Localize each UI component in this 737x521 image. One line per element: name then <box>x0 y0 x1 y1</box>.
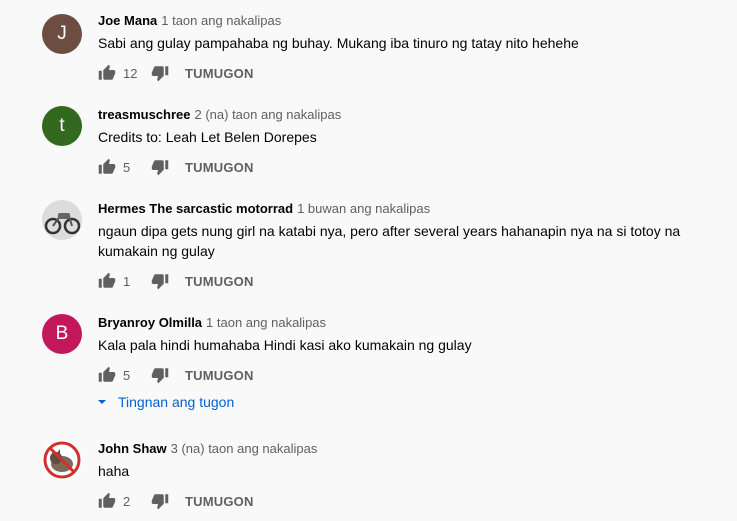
avatar-letter: t <box>59 115 65 136</box>
avatar[interactable]: B <box>42 314 82 354</box>
like-icon[interactable] <box>98 272 116 290</box>
comment-author[interactable]: Bryanroy Olmilla <box>98 315 202 330</box>
avatar-letter: B <box>55 323 69 344</box>
dislike-icon[interactable] <box>151 492 169 510</box>
chevron-down-icon <box>98 400 106 404</box>
comment-author[interactable]: Hermes The sarcastic motorrad <box>98 201 293 216</box>
view-replies-button[interactable]: Tingnan ang tugon <box>96 394 234 410</box>
like-icon[interactable] <box>98 64 116 82</box>
view-replies-label: Tingnan ang tugon <box>118 394 235 410</box>
dislike-icon[interactable] <box>151 64 169 82</box>
like-count: 2 <box>123 493 131 509</box>
comment-text: Sabi ang gulay pampahaba ng buhay. Mukan… <box>98 35 579 51</box>
motorcycle-avatar[interactable] <box>42 200 82 240</box>
reply-button[interactable]: TUMUGON <box>185 160 254 175</box>
comment-author[interactable]: treasmuschree <box>98 107 191 122</box>
comment-text: Kala pala hindi humahaba Hindi kasi ako … <box>98 337 472 353</box>
like-icon[interactable] <box>98 492 116 510</box>
avatar[interactable]: t <box>42 106 82 146</box>
like-icon[interactable] <box>98 158 116 176</box>
reply-button[interactable]: TUMUGON <box>185 66 254 81</box>
like-count: 5 <box>123 159 131 175</box>
comment-text: ngaun dipa gets nung girl na katabi nya,… <box>98 223 681 259</box>
comment-time[interactable]: 1 taon ang nakalipas <box>161 13 281 28</box>
like-count: 1 <box>123 273 131 289</box>
like-count: 12 <box>123 65 138 81</box>
comment-text: Credits to: Leah Let Belen Dorepes <box>98 129 317 145</box>
comment-time[interactable]: 3 (na) taon ang nakalipas <box>171 441 318 456</box>
reply-button[interactable]: TUMUGON <box>185 368 254 383</box>
avatar[interactable]: J <box>42 14 82 54</box>
comment-author[interactable]: John Shaw <box>98 441 167 456</box>
comment-time[interactable]: 1 buwan ang nakalipas <box>297 201 430 216</box>
avatar-letter: J <box>57 23 67 44</box>
comment-text: haha <box>98 463 130 479</box>
reply-button[interactable]: TUMUGON <box>185 274 254 289</box>
comment-author[interactable]: Joe Mana <box>98 13 157 28</box>
like-count: 5 <box>123 367 131 383</box>
like-icon[interactable] <box>98 366 116 384</box>
dislike-icon[interactable] <box>151 366 169 384</box>
comment-time[interactable]: 1 taon ang nakalipas <box>206 315 326 330</box>
dislike-icon[interactable] <box>151 272 169 290</box>
dislike-icon[interactable] <box>151 158 169 176</box>
reply-button[interactable]: TUMUGON <box>185 494 254 509</box>
comment-time[interactable]: 2 (na) taon ang nakalipas <box>195 107 342 122</box>
no-cat-avatar[interactable] <box>42 440 82 480</box>
